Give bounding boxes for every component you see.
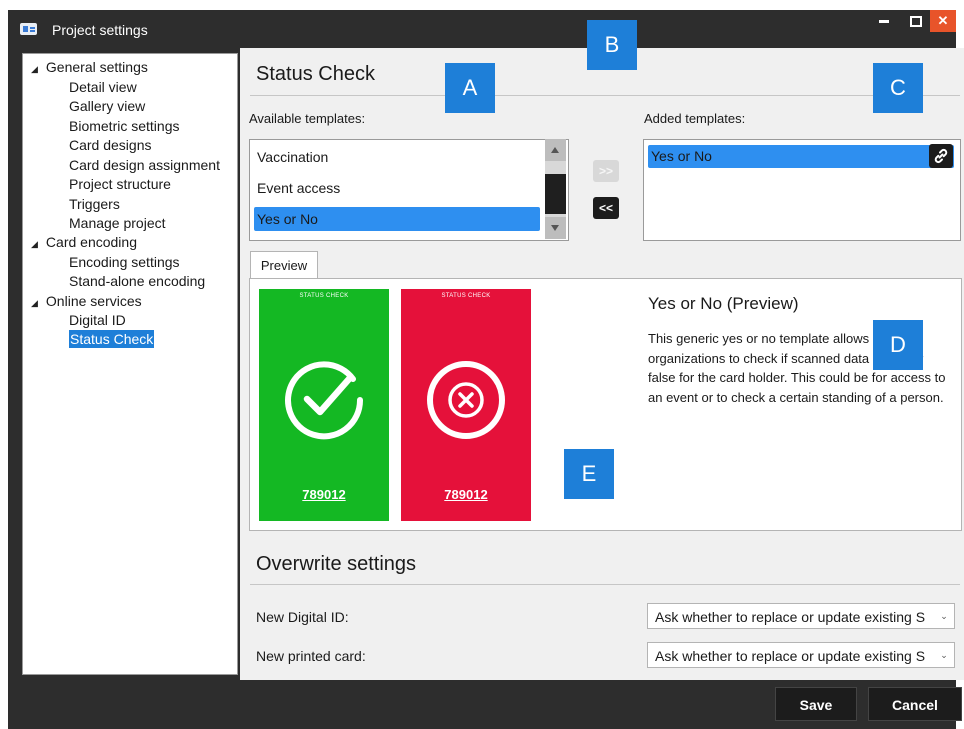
tree-node-label: Online services: [45, 293, 142, 309]
red-card-code: 789012: [444, 487, 488, 502]
tree-node-status-check[interactable]: Status Check: [69, 330, 155, 348]
tree-node-triggers[interactable]: Triggers: [69, 195, 120, 213]
maximize-icon: [910, 16, 922, 28]
close-button[interactable]: ✕: [930, 10, 956, 32]
overwrite-divider: [250, 584, 960, 585]
new-printed-card-select[interactable]: Ask whether to replace or update existin…: [647, 642, 955, 668]
list-item-vaccination[interactable]: Vaccination: [257, 149, 328, 165]
added-item-yes-or-no[interactable]: Yes or No: [648, 145, 954, 168]
expanded-triangle-icon: ◢: [31, 239, 38, 249]
tree-node-label: Biometric settings: [69, 118, 180, 134]
section-title: Status Check: [256, 63, 375, 85]
callout-a: A: [445, 63, 495, 113]
new-digital-id-label: New Digital ID:: [256, 609, 349, 625]
tree-node-label: Card encoding: [45, 234, 137, 250]
minimize-icon: [879, 20, 889, 24]
scroll-up-button[interactable]: [545, 139, 566, 161]
x-circle-icon: [427, 361, 505, 439]
tree-node-label: General settings: [45, 59, 148, 75]
new-digital-id-select[interactable]: Ask whether to replace or update existin…: [647, 603, 955, 629]
green-card-code: 789012: [302, 487, 346, 502]
available-templates-label: Available templates:: [249, 111, 366, 126]
cancel-button[interactable]: Cancel: [868, 687, 962, 721]
settings-tree-panel: ◢ General settings Detail view Gallery vi…: [22, 53, 238, 675]
new-printed-card-value: Ask whether to replace or update existin…: [655, 648, 926, 664]
new-printed-card-label: New printed card:: [256, 648, 366, 664]
tree-node-manage-project[interactable]: Manage project: [69, 214, 166, 232]
maximize-button[interactable]: [902, 10, 930, 32]
green-card-preview: STATUS CHECK 789012: [259, 289, 389, 521]
expanded-triangle-icon: ◢: [31, 298, 38, 308]
callout-d: D: [873, 320, 923, 370]
triangle-up-icon: [551, 147, 559, 153]
tree-node-label: Card design assignment: [69, 157, 220, 173]
overwrite-settings-title: Overwrite settings: [256, 553, 417, 575]
tree-node-encoding-settings[interactable]: Encoding settings: [69, 253, 180, 271]
tree-node-label: Encoding settings: [69, 254, 180, 270]
preview-title: Yes or No (Preview): [648, 294, 799, 313]
triangle-down-icon: [551, 225, 559, 231]
link-icon: [934, 148, 948, 164]
minimize-button[interactable]: [870, 10, 898, 32]
callout-b: B: [587, 20, 637, 70]
tree-node-label: Card designs: [69, 137, 152, 153]
status-check-logo: STATUS CHECK: [441, 293, 491, 299]
tree-node-biometric-settings[interactable]: Biometric settings: [69, 117, 179, 135]
available-templates-scrollbar[interactable]: [545, 139, 566, 239]
tree-node-label: Status Check: [70, 331, 154, 347]
save-button[interactable]: Save: [775, 687, 857, 721]
tree-node-digital-id[interactable]: Digital ID: [69, 311, 126, 329]
chevron-down-icon: ⌄: [934, 643, 954, 667]
red-card-preview: STATUS CHECK 789012: [401, 289, 531, 521]
list-item-event-access[interactable]: Event access: [257, 180, 340, 196]
title-bar: Project settings ✕: [8, 10, 956, 48]
expanded-triangle-icon: ◢: [31, 64, 38, 74]
added-templates-label: Added templates:: [644, 111, 746, 126]
tree-node-label: Detail view: [69, 79, 137, 95]
scroll-down-button[interactable]: [545, 217, 566, 239]
remove-template-button[interactable]: <<: [593, 197, 619, 219]
check-circle-icon: [285, 361, 364, 440]
tree-node-project-structure[interactable]: Project structure: [69, 175, 171, 193]
callout-c: C: [873, 63, 923, 113]
tab-preview[interactable]: Preview: [250, 251, 318, 280]
status-check-logo: STATUS CHECK: [299, 293, 349, 299]
tree-node-card-designs[interactable]: Card designs: [69, 136, 152, 154]
tree-node-label: Triggers: [69, 196, 120, 212]
tree-node-card-design-assignment[interactable]: Card design assignment: [69, 156, 220, 174]
tree-node-gallery-view[interactable]: Gallery view: [69, 97, 145, 115]
tree-node-general-settings[interactable]: ◢ General settings: [31, 58, 148, 78]
tree-node-label: Gallery view: [69, 98, 146, 114]
section-divider: [250, 95, 960, 96]
callout-e: E: [564, 449, 614, 499]
scrollbar-thumb[interactable]: [545, 174, 566, 214]
tree-node-online-services[interactable]: ◢ Online services: [31, 292, 142, 312]
tree-node-label: Stand-alone encoding: [69, 273, 206, 289]
window-title: Project settings: [52, 22, 148, 38]
tree-node-stand-alone-encoding[interactable]: Stand-alone encoding: [69, 272, 205, 290]
new-digital-id-value: Ask whether to replace or update existin…: [655, 609, 926, 625]
list-item-yes-or-no[interactable]: Yes or No: [254, 207, 540, 231]
tree-node-label: Manage project: [69, 215, 166, 231]
add-template-button[interactable]: >>: [593, 160, 619, 182]
id-card-icon: [20, 23, 37, 35]
tree-node-label: Project structure: [69, 176, 171, 192]
tree-node-label: Digital ID: [69, 312, 126, 328]
link-button[interactable]: [929, 144, 953, 168]
tree-node-card-encoding[interactable]: ◢ Card encoding: [31, 233, 137, 253]
chevron-down-icon: ⌄: [934, 604, 954, 628]
tree-node-detail-view[interactable]: Detail view: [69, 78, 137, 96]
